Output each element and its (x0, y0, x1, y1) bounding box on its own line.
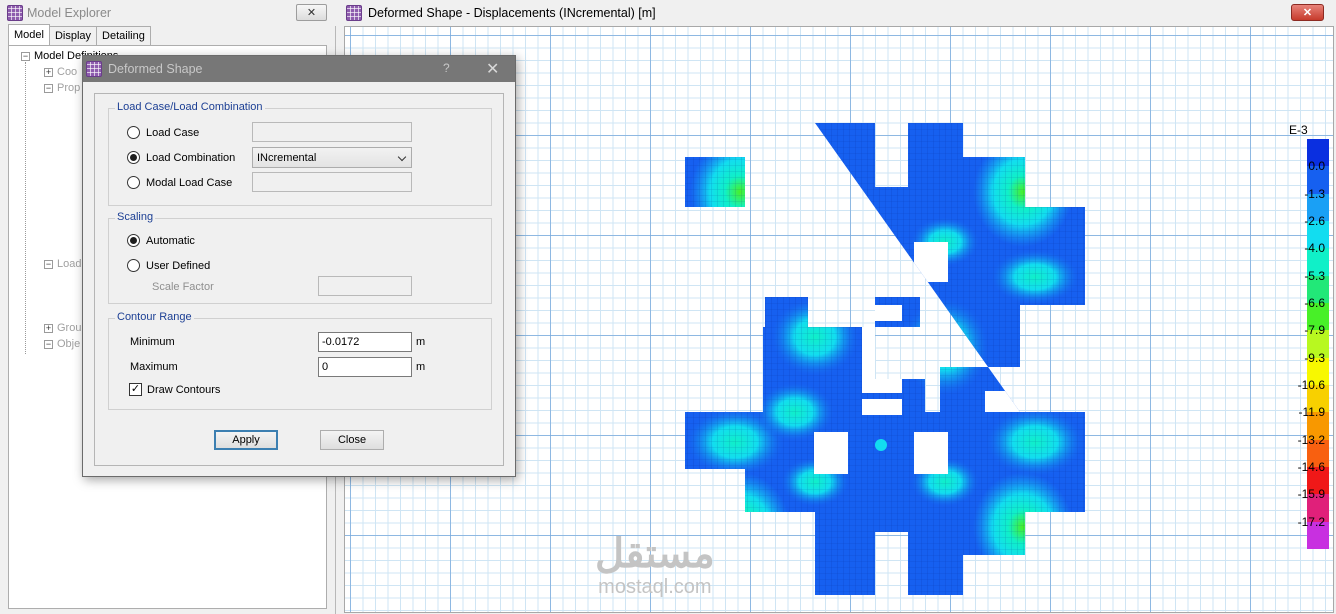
tree-item-label: Coo (57, 66, 78, 78)
tree-item-label: Load (57, 258, 82, 270)
chevron-down-icon (397, 152, 407, 162)
scale-factor-label: Scale Factor (152, 281, 214, 293)
tab-display[interactable]: Display (48, 26, 98, 45)
expand-icon[interactable]: + (44, 323, 53, 333)
scaling-group-title: Scaling (115, 211, 156, 223)
dialog-close-icon[interactable]: ✕ (486, 59, 499, 79)
minimum-label: Minimum (130, 336, 175, 348)
radio-automatic[interactable] (127, 234, 140, 247)
automatic-label: Automatic (146, 234, 195, 247)
legend-tick-label: -4.0 (1304, 241, 1325, 256)
app-grid-icon (346, 5, 362, 21)
legend-tick-label: -15.9 (1297, 487, 1325, 502)
tree-item-objects[interactable]: − Obje (44, 338, 80, 350)
watermark-latin: mostaql.com (598, 576, 712, 598)
minimum-unit: m (416, 336, 426, 348)
view-title: Deformed Shape - Displacements (INcremen… (368, 6, 656, 20)
deformed-shape-dialog: Deformed Shape ? ✕ Load Case/Load Combin… (82, 55, 516, 477)
close-button[interactable]: Close (320, 430, 384, 450)
modal-load-case-radio[interactable]: Modal Load Case (127, 176, 232, 189)
legend-tick-label: -2.6 (1304, 214, 1325, 228)
minimum-input[interactable]: -0.0172 (318, 332, 412, 352)
watermark-arabic: مستقل (595, 532, 715, 576)
radio-load-case[interactable] (127, 126, 140, 139)
maximum-unit: m (416, 361, 426, 373)
automatic-radio[interactable]: Automatic (127, 234, 195, 247)
collapse-icon[interactable]: − (44, 259, 53, 269)
legend-tick-label: -5.3 (1304, 268, 1325, 283)
legend-tick-label: -7.9 (1304, 323, 1325, 338)
radio-user-defined[interactable] (127, 259, 140, 272)
contour-range-group: Contour Range Minimum -0.0172 m Maximum … (108, 311, 492, 410)
tree-item-label: Grou (57, 322, 82, 334)
load-combination-select[interactable]: INcremental (252, 147, 412, 168)
view-close-button[interactable]: ✕ (1291, 4, 1324, 21)
maximum-label: Maximum (130, 361, 178, 373)
load-case-label: Load Case (146, 126, 200, 139)
explorer-close-button[interactable]: ✕ (296, 4, 327, 21)
legend-tick-label: 0.0 (1308, 159, 1325, 174)
collapse-icon[interactable]: − (44, 339, 53, 349)
load-combination-label: Load Combination (146, 151, 236, 164)
explorer-tabs: Model Display Detailing (8, 24, 151, 46)
legend-tick-label: -10.6 (1297, 378, 1325, 392)
tree-guide-line (25, 62, 26, 354)
tab-model[interactable]: Model (8, 24, 50, 45)
draw-contours-label: Draw Contours (147, 383, 221, 396)
tab-detailing[interactable]: Detailing (96, 26, 151, 45)
legend-exponent: E-3 (1289, 123, 1308, 137)
load-case-group-title: Load Case/Load Combination (115, 101, 265, 113)
contour-legend: E-3 0.0 -1.3 -2.6 -4.0 -5.3 -6.6 -7.9 -9.3 -10.6… (1285, 97, 1333, 557)
dialog-body: Load Case/Load Combination Load Case Loa… (94, 93, 504, 466)
load-case-field (252, 122, 412, 142)
dialog-titlebar[interactable]: Deformed Shape ? ✕ (83, 56, 515, 82)
watermark: مستقل mostaql.com (595, 532, 715, 598)
expand-icon[interactable]: + (44, 67, 53, 77)
tree-item-loads[interactable]: − Load (44, 258, 81, 270)
tree-item-groups[interactable]: + Grou (44, 322, 81, 334)
scaling-group: Scaling Automatic User Defined Scale Fac… (108, 211, 492, 304)
modal-load-case-field (252, 172, 412, 192)
legend-tick-label: -17.2 (1297, 514, 1325, 529)
radio-modal-load-case[interactable] (127, 176, 140, 189)
tree-item-properties[interactable]: − Prop (44, 82, 80, 94)
legend-tick-label: -6.6 (1304, 296, 1325, 310)
legend-tick-label: -9.3 (1304, 350, 1325, 365)
draw-contours-checkbox[interactable]: ✓ Draw Contours (129, 383, 220, 396)
tree-item-label: Obje (57, 338, 81, 350)
collapse-icon[interactable]: − (44, 83, 53, 93)
model-explorer-title: Model Explorer (27, 6, 112, 20)
tree-item-coordinates[interactable]: + Coo (44, 66, 77, 78)
load-combination-radio[interactable]: Load Combination (127, 151, 235, 164)
legend-tick-label: -1.3 (1304, 186, 1325, 201)
dialog-title: Deformed Shape (108, 62, 203, 76)
model-explorer-titlebar: Model Explorer ✕ (0, 0, 336, 26)
legend-tick-label: -11.9 (1298, 405, 1325, 420)
app-grid-icon (7, 5, 23, 21)
collapse-icon[interactable]: − (21, 51, 30, 61)
scale-factor-field (318, 276, 412, 296)
legend-tick-label: -14.6 (1297, 460, 1325, 474)
load-case-radio[interactable]: Load Case (127, 126, 199, 139)
apply-button[interactable]: Apply (214, 430, 278, 450)
help-button[interactable]: ? (443, 61, 450, 75)
legend-tick-label: -13.2 (1297, 432, 1325, 447)
load-combination-value: INcremental (257, 152, 317, 164)
contour-range-title: Contour Range (115, 311, 194, 323)
checkbox-icon[interactable]: ✓ (129, 383, 142, 396)
maximum-input[interactable]: 0 (318, 357, 412, 377)
load-case-group: Load Case/Load Combination Load Case Loa… (108, 101, 492, 206)
app-grid-icon (86, 61, 102, 77)
tree-item-label: Prop (57, 82, 81, 94)
slab-body (685, 123, 1085, 595)
radio-load-combination[interactable] (127, 151, 140, 164)
user-defined-label: User Defined (146, 259, 211, 272)
user-defined-radio[interactable]: User Defined (127, 259, 210, 272)
view-titlebar: Deformed Shape - Displacements (INcremen… (336, 0, 1336, 26)
modal-load-case-label: Modal Load Case (146, 176, 233, 189)
